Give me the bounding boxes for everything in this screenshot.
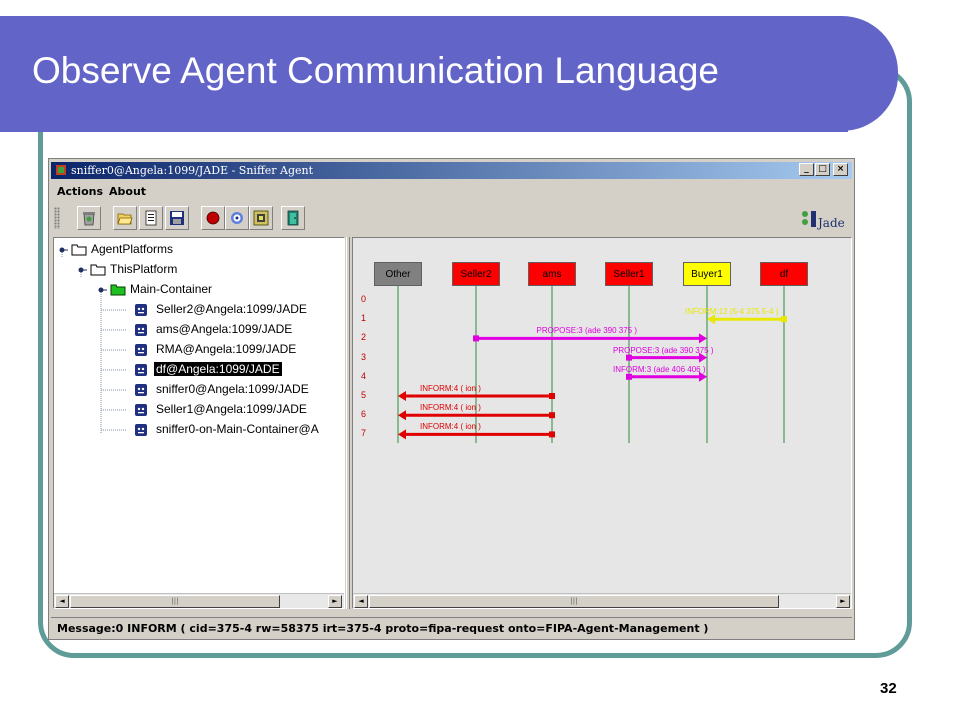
- scroll-left-button[interactable]: ◄: [354, 595, 368, 608]
- scroll-right-button[interactable]: ►: [836, 595, 850, 608]
- agent-icon: [135, 324, 147, 336]
- agent-icon: [135, 364, 147, 376]
- tree-node-label: Seller2@Angela:1099/JADE: [156, 302, 307, 316]
- message-label: INFORM:4 ( ion ): [420, 384, 481, 393]
- folder-icon: [90, 264, 106, 276]
- title-underline: [0, 128, 848, 132]
- doc-icon: [145, 210, 157, 226]
- scroll-thumb[interactable]: |||: [70, 595, 280, 608]
- tree-expanded-handle-icon[interactable]: [77, 265, 87, 275]
- folder-green-icon: [110, 284, 126, 296]
- jade-logo: Jade: [802, 211, 845, 230]
- folder-icon: [71, 244, 87, 256]
- message-label: INFORM:4 ( ion ): [420, 403, 481, 413]
- message-label: PROPOSE:3 (ade 390 375 ): [613, 345, 714, 355]
- jade-app-icon: [56, 165, 66, 175]
- document-button[interactable]: [139, 206, 163, 230]
- tree-node-label: RMA@Angela:1099/JADE: [156, 342, 297, 356]
- scroll-thumb[interactable]: |||: [369, 595, 779, 608]
- tree-node-label: ams@Angela:1099/JADE: [156, 322, 293, 336]
- sniff-on-button[interactable]: [201, 206, 225, 230]
- tree-node-label: sniffer0@Angela:1099/JADE: [156, 382, 309, 396]
- message-canvas: [397, 286, 787, 443]
- minimize-button[interactable]: _: [799, 163, 814, 176]
- tree-node-label: AgentPlatforms: [91, 242, 174, 256]
- tree-node-label: Main-Container: [130, 282, 213, 296]
- clear-canvas-button[interactable]: [77, 206, 101, 230]
- trash-icon: [83, 212, 95, 226]
- menu-bar: Actions About: [51, 181, 852, 201]
- message-label: INFORM:3 (ade 406 406 ): [613, 364, 706, 374]
- toolbar-grip[interactable]: [54, 207, 60, 229]
- canvas-hscrollbar[interactable]: ◄ ||| ►: [353, 593, 851, 608]
- window-title: sniffer0@Angela:1099/JADE - Sniffer Agen…: [71, 164, 314, 177]
- tree-node-label: sniffer0-on-Main-Container@A: [156, 422, 319, 436]
- agent-tree-pane: AgentPlatforms ThisPlatform Main-Contain…: [53, 237, 345, 609]
- message-label: PROPOSE:3 (ade 390 375 ): [536, 326, 638, 336]
- scroll-left-button[interactable]: ◄: [55, 595, 69, 608]
- menu-about[interactable]: About: [109, 185, 146, 198]
- show-only-button[interactable]: [249, 206, 273, 230]
- open-button[interactable]: [113, 206, 137, 230]
- save-icon: [170, 211, 184, 225]
- sniffer-window: sniffer0@Angela:1099/JADE - Sniffer Agen…: [48, 158, 855, 640]
- agent-icon: [135, 304, 147, 316]
- exit-door-icon: [287, 210, 299, 226]
- spiral-icon: [231, 212, 243, 224]
- toolbar: Jade: [51, 203, 852, 233]
- slide-title: Observe Agent Communication Language: [32, 50, 719, 91]
- message-label: INFORM:4 ( ion ): [420, 422, 481, 432]
- slide-page-number: 32: [880, 680, 897, 697]
- agent-icon: [135, 344, 147, 356]
- save-button[interactable]: [165, 206, 189, 230]
- open-folder-icon: [117, 213, 133, 225]
- agent-icon: [135, 384, 147, 396]
- record-icon: [206, 211, 220, 225]
- tree-hscrollbar[interactable]: ◄ ||| ►: [54, 593, 344, 608]
- logo-text: Jade: [816, 216, 845, 230]
- window-titlebar[interactable]: sniffer0@Angela:1099/JADE - Sniffer Agen…: [51, 162, 852, 179]
- status-message: Message:0 INFORM ( cid=375-4 rw=58375 ir…: [57, 622, 709, 635]
- pane-splitter[interactable]: [346, 237, 350, 609]
- maximize-button[interactable]: □: [815, 163, 830, 176]
- tree-expanded-handle-icon[interactable]: [58, 245, 68, 255]
- message-label: INFORM:12 (5-4 375 5-4 ): [685, 307, 779, 317]
- agent-icon: [135, 404, 147, 416]
- tree-node-label-selected: df@Angela:1099/JADE: [154, 362, 282, 376]
- close-button[interactable]: ×: [833, 163, 848, 176]
- agent-icon: [135, 424, 147, 436]
- tree-node-label: ThisPlatform: [110, 262, 178, 276]
- sniffer-canvas-pane: Other Seller2 ams Seller1 Buyer1 df 01234567 …: [352, 237, 852, 609]
- sniff-off-button[interactable]: [225, 206, 249, 230]
- menu-actions[interactable]: Actions: [57, 185, 103, 198]
- scroll-right-button[interactable]: ►: [328, 595, 342, 608]
- tree-expanded-handle-icon[interactable]: [97, 285, 107, 295]
- tree-node-label: Seller1@Angela:1099/JADE: [156, 402, 307, 416]
- status-bar: Message:0 INFORM ( cid=375-4 rw=58375 ir…: [51, 617, 852, 638]
- target-icon: [253, 210, 269, 226]
- exit-button[interactable]: [281, 206, 305, 230]
